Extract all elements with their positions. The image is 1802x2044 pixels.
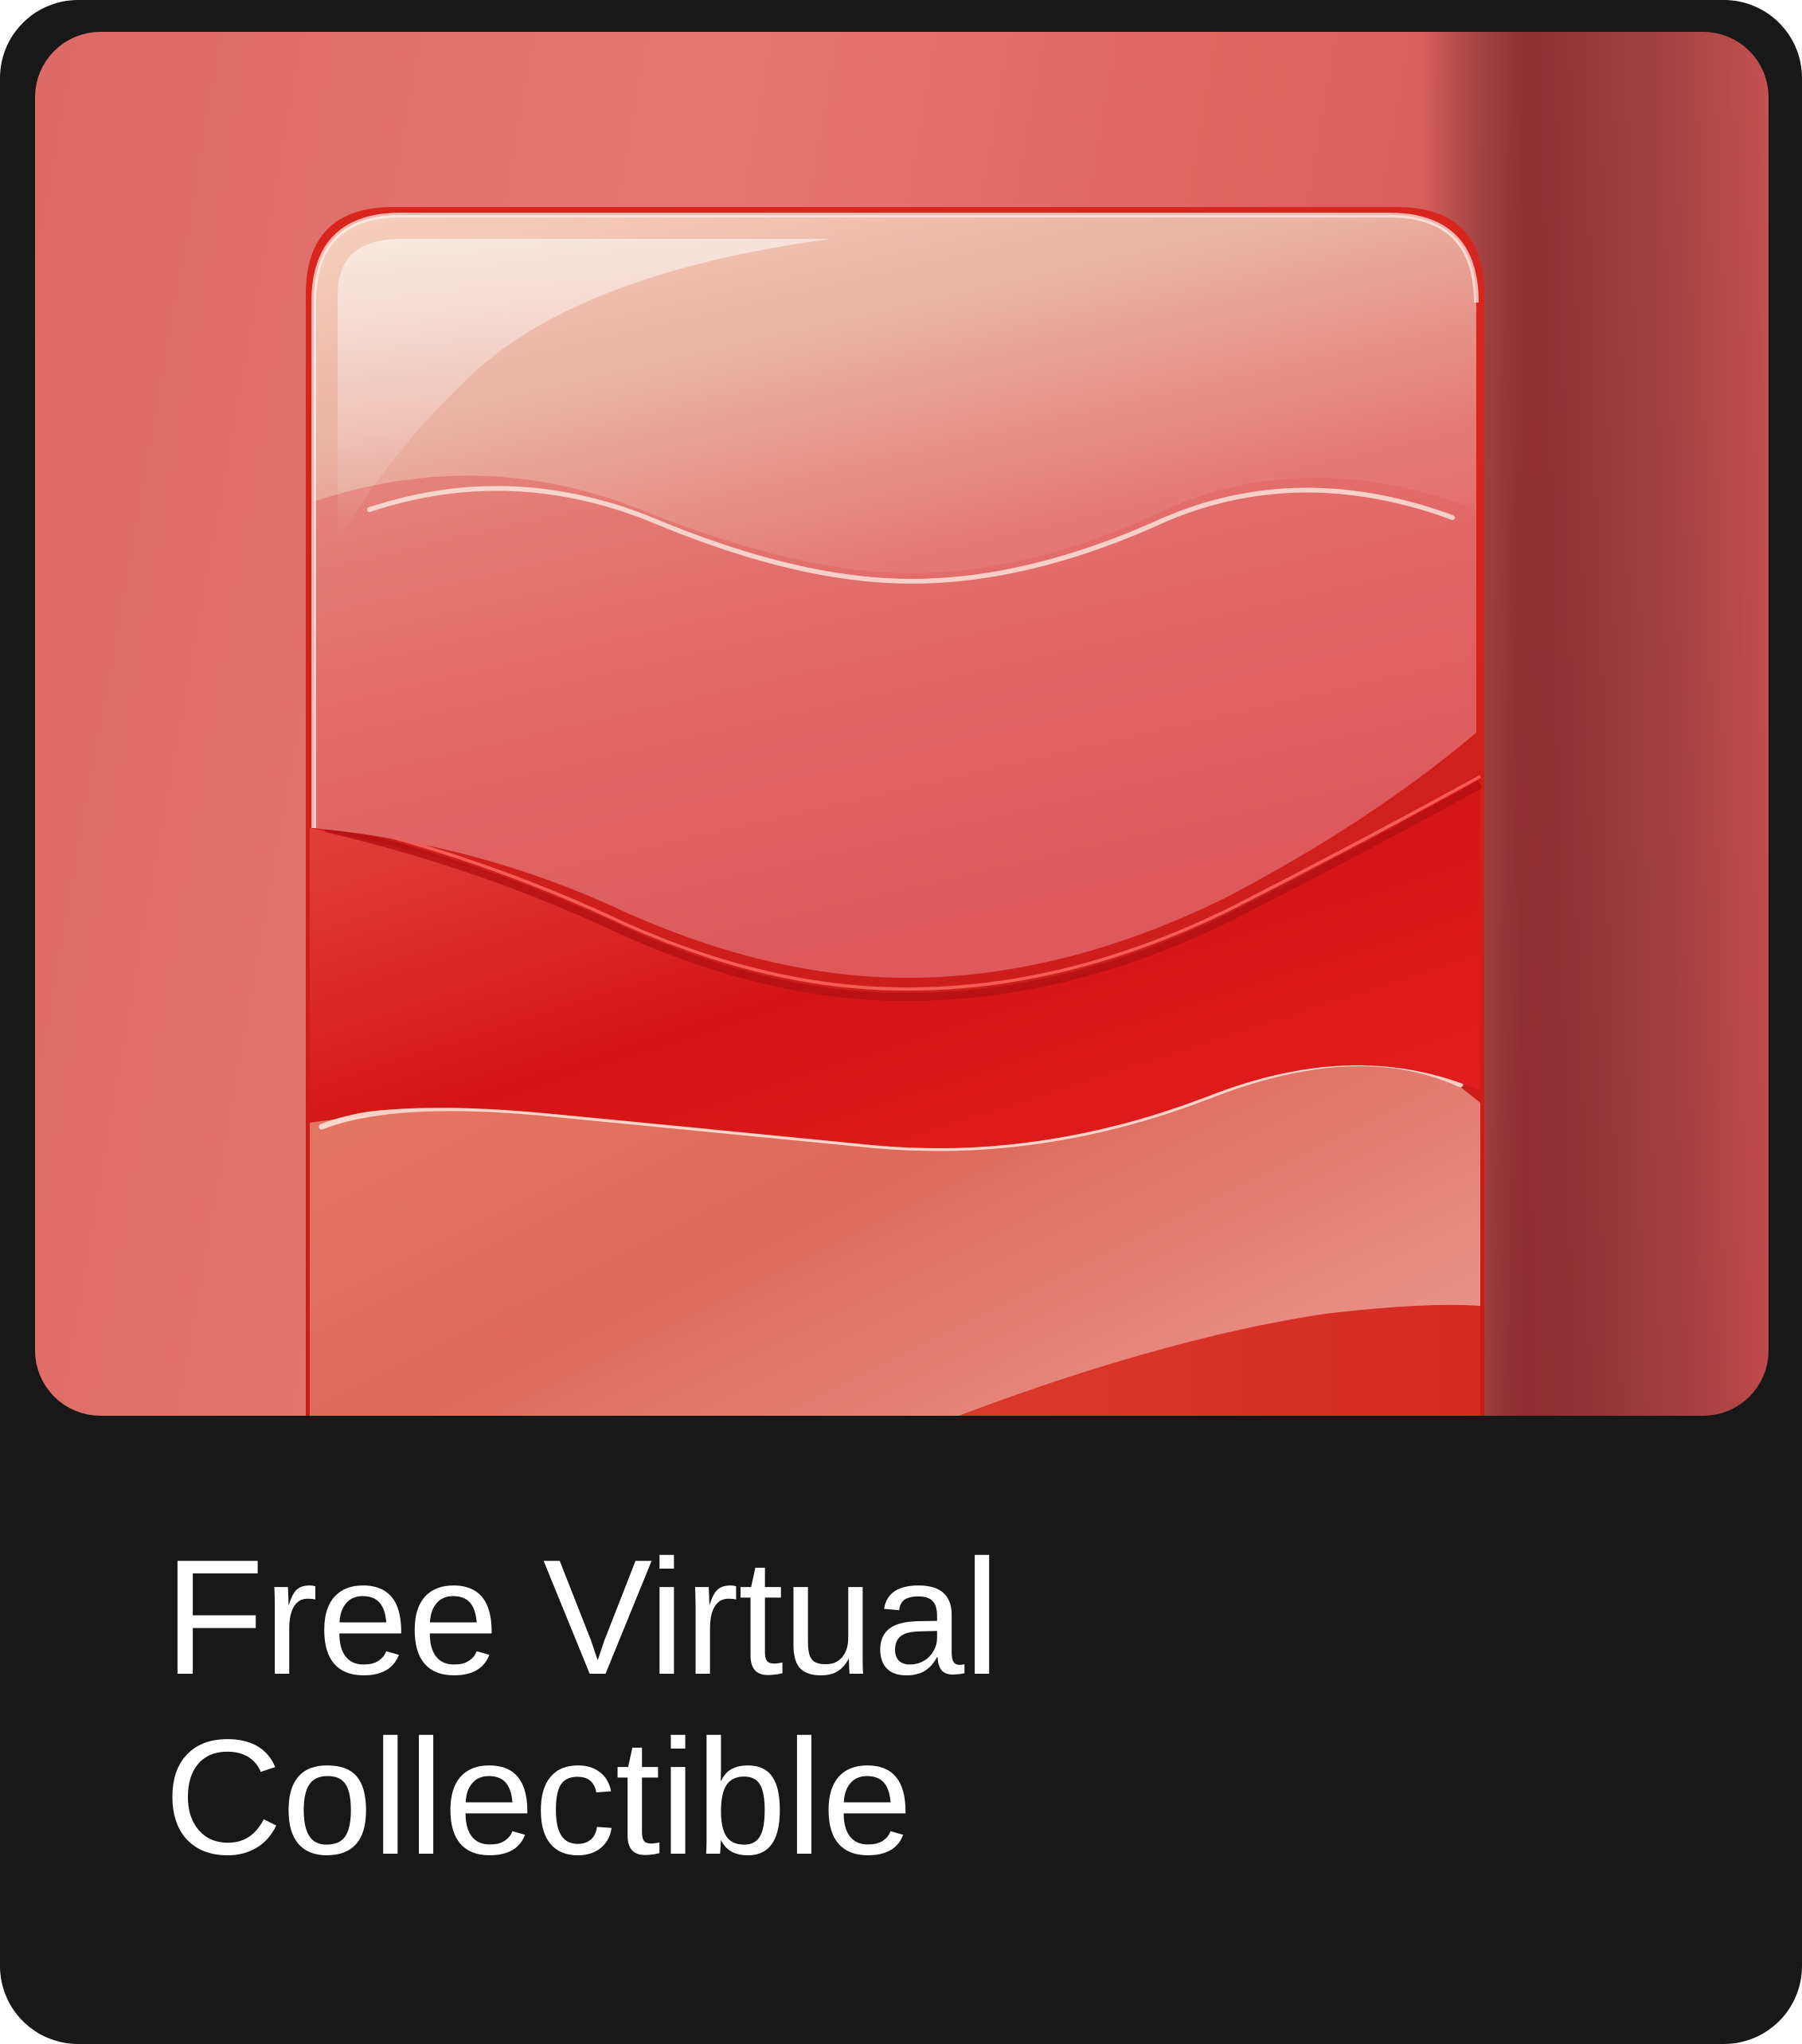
title-line-1: Free Virtual bbox=[164, 1526, 1000, 1709]
collectible-artwork bbox=[35, 32, 1769, 1416]
wavy-glossy-tile-icon bbox=[35, 32, 1769, 1416]
collectible-card[interactable]: Free Virtual Collectible bbox=[0, 0, 1802, 2044]
title-line-2: Collectible bbox=[164, 1706, 913, 1889]
collectible-title: Free Virtual Collectible bbox=[164, 1527, 1677, 1887]
